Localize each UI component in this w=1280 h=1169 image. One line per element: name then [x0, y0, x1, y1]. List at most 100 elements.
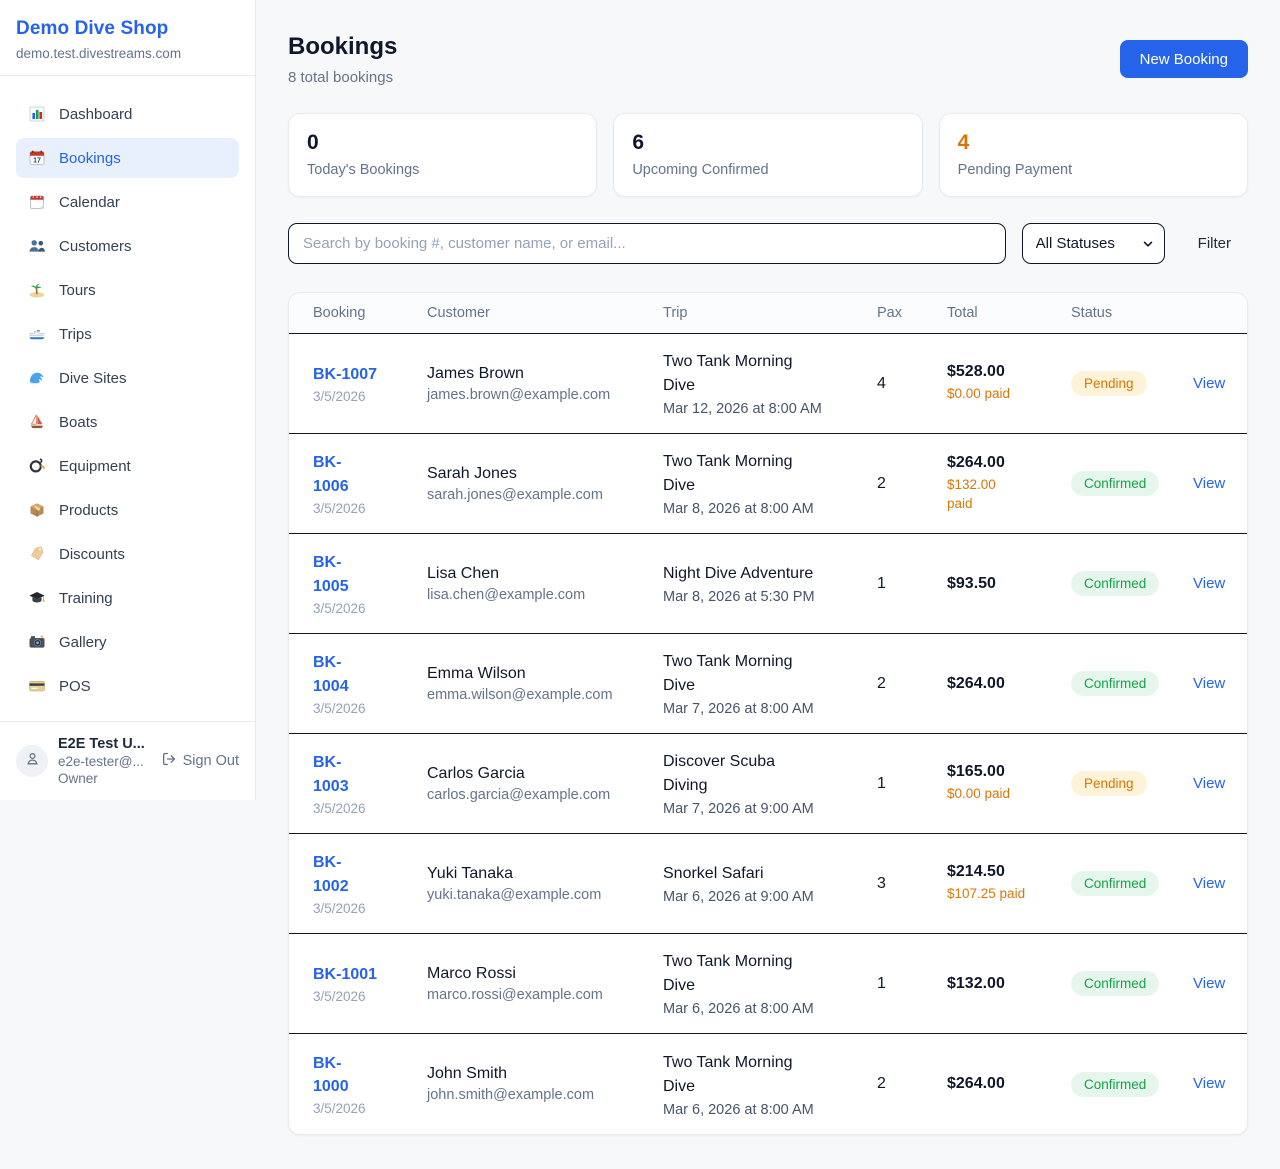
speedboat-icon	[28, 325, 46, 343]
customer-name: Marco Rossi	[427, 965, 649, 983]
booking-date: 3/5/2026	[313, 389, 413, 404]
status-badge: Pending	[1071, 371, 1147, 396]
view-link[interactable]: View	[1193, 675, 1225, 692]
trip-name: Two Tank Morning Dive	[663, 450, 863, 498]
sidebar-item-label: Boats	[59, 414, 97, 431]
sidebar-item-discounts[interactable]: Discounts	[16, 534, 239, 574]
main-content: Bookings 8 total bookings New Booking 0 T…	[256, 0, 1280, 1169]
paid-amount: $107.25 paid	[947, 885, 1057, 903]
credit-card-icon	[28, 677, 46, 695]
logout-icon	[161, 751, 177, 771]
booking-link[interactable]: BK- 1005	[313, 551, 349, 597]
sidebar-user-footer: E2E Test U... e2e-tester@... Owner Sign …	[0, 721, 255, 800]
column-header-pax: Pax	[877, 305, 947, 321]
sidebar-item-pos[interactable]: POS	[16, 666, 239, 706]
booking-link[interactable]: BK- 1000	[313, 1052, 349, 1098]
stat-value: 4	[958, 131, 1229, 155]
calendar-date-icon: 17	[28, 149, 46, 167]
trip-name: Discover Scuba Diving	[663, 750, 863, 798]
customer-name: Lisa Chen	[427, 565, 649, 583]
table-row: BK-10013/5/2026Marco Rossimarco.rossi@ex…	[289, 934, 1247, 1034]
view-link[interactable]: View	[1193, 475, 1225, 492]
filter-button[interactable]: Filter	[1198, 235, 1231, 252]
sidebar-nav: Dashboard 17 Bookings Calendar Customers Tour…	[0, 76, 255, 721]
table-row: BK- 10053/5/2026Lisa Chenlisa.chen@examp…	[289, 534, 1247, 634]
sidebar-item-label: Discounts	[59, 546, 125, 563]
sidebar-item-tours[interactable]: Tours	[16, 270, 239, 310]
total-amount: $132.00	[947, 975, 1057, 993]
sidebar-item-bookings[interactable]: 17 Bookings	[16, 138, 239, 178]
sidebar-item-training[interactable]: Training	[16, 578, 239, 618]
view-link[interactable]: View	[1193, 375, 1225, 392]
booking-link[interactable]: BK- 1006	[313, 451, 349, 497]
user-name: E2E Test U...	[58, 736, 151, 752]
svg-text:17: 17	[33, 158, 41, 165]
total-amount: $264.00	[947, 1075, 1057, 1093]
sidebar-item-label: Bookings	[59, 150, 121, 167]
status-badge: Confirmed	[1071, 471, 1159, 496]
table-row: BK- 10033/5/2026Carlos Garciacarlos.garc…	[289, 734, 1247, 834]
bar-chart-icon	[28, 105, 46, 123]
total-amount: $264.00	[947, 675, 1057, 693]
sidebar-item-label: Customers	[59, 238, 132, 255]
customer-email: carlos.garcia@example.com	[427, 787, 649, 803]
sidebar-item-label: POS	[59, 678, 91, 695]
sidebar-item-dashboard[interactable]: Dashboard	[16, 94, 239, 134]
status-badge: Confirmed	[1071, 971, 1159, 996]
sidebar-item-calendar[interactable]: Calendar	[16, 182, 239, 222]
grad-cap-icon	[28, 589, 46, 607]
view-link[interactable]: View	[1193, 575, 1225, 592]
column-header-trip: Trip	[663, 305, 877, 321]
sidebar-item-gallery[interactable]: Gallery	[16, 622, 239, 662]
sidebar-item-dive-sites[interactable]: Dive Sites	[16, 358, 239, 398]
trip-datetime: Mar 7, 2026 at 8:00 AM	[663, 701, 863, 717]
view-link[interactable]: View	[1193, 975, 1225, 992]
view-link[interactable]: View	[1193, 775, 1225, 792]
sidebar-item-products[interactable]: Products	[16, 490, 239, 530]
user-email: e2e-tester@...	[58, 754, 151, 769]
customer-email: lisa.chen@example.com	[427, 587, 649, 603]
user-role: Owner	[58, 771, 151, 786]
sidebar-item-boats[interactable]: Boats	[16, 402, 239, 442]
person-icon	[24, 750, 41, 772]
booking-link[interactable]: BK- 1004	[313, 651, 349, 697]
customer-name: John Smith	[427, 1065, 649, 1083]
status-select[interactable]: All Statuses	[1022, 223, 1165, 264]
status-badge: Confirmed	[1071, 1072, 1159, 1097]
pax-count: 1	[877, 775, 947, 793]
paid-amount: $132.00 paid	[947, 476, 1057, 512]
view-link[interactable]: View	[1193, 1075, 1225, 1092]
booking-link[interactable]: BK-1007	[313, 363, 377, 386]
page-title-block: Bookings 8 total bookings	[288, 33, 397, 86]
package-icon	[28, 501, 46, 519]
sidebar-item-label: Dashboard	[59, 106, 132, 123]
page-subtitle: 8 total bookings	[288, 69, 397, 86]
search-input[interactable]	[288, 223, 1006, 264]
stat-label: Pending Payment	[958, 162, 1229, 178]
total-amount: $165.00	[947, 763, 1057, 781]
customer-name: James Brown	[427, 365, 649, 383]
sidebar-item-equipment[interactable]: Equipment	[16, 446, 239, 486]
booking-link[interactable]: BK- 1002	[313, 851, 349, 897]
column-header-status: Status	[1071, 305, 1193, 321]
view-link[interactable]: View	[1193, 875, 1225, 892]
table-body: BK-10073/5/2026James Brownjames.brown@ex…	[289, 334, 1247, 1134]
new-booking-button[interactable]: New Booking	[1120, 40, 1248, 78]
trip-name: Night Dive Adventure	[663, 562, 863, 586]
pax-count: 2	[877, 1075, 947, 1093]
table-row: BK- 10063/5/2026Sarah Jonessarah.jones@e…	[289, 434, 1247, 534]
island-icon	[28, 281, 46, 299]
trip-name: Two Tank Morning Dive	[663, 950, 863, 998]
trip-datetime: Mar 6, 2026 at 8:00 AM	[663, 1001, 863, 1017]
sidebar-item-trips[interactable]: Trips	[16, 314, 239, 354]
sidebar-item-customers[interactable]: Customers	[16, 226, 239, 266]
booking-date: 3/5/2026	[313, 801, 413, 816]
stat-value: 0	[307, 131, 578, 155]
paid-amount: $0.00 paid	[947, 785, 1057, 803]
total-amount: $93.50	[947, 575, 1057, 593]
trip-datetime: Mar 8, 2026 at 5:30 PM	[663, 589, 863, 605]
sidebar-header: Demo Dive Shop demo.test.divestreams.com	[0, 0, 255, 76]
sign-out-button[interactable]: Sign Out	[161, 751, 239, 771]
booking-link[interactable]: BK-1001	[313, 963, 377, 986]
booking-link[interactable]: BK- 1003	[313, 751, 349, 797]
